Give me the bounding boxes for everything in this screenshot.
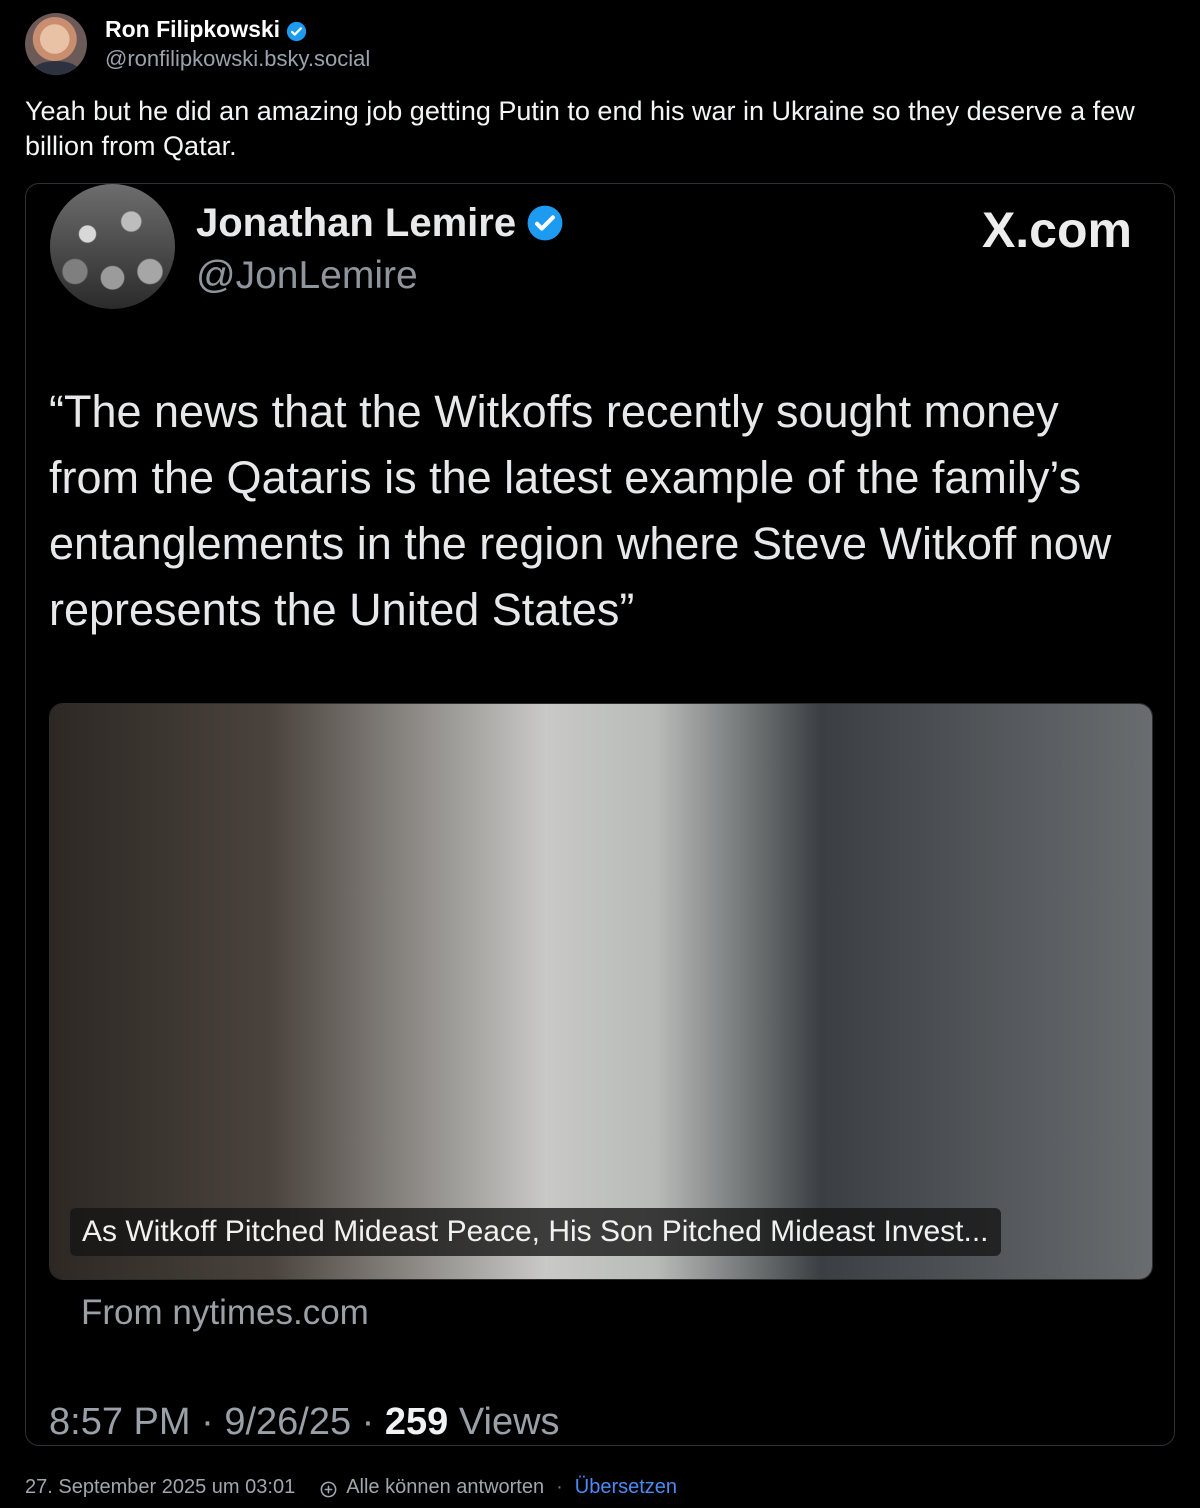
post-header: Ron Filipkowski @ronfilipkowski.bsky.soc… [25,12,370,76]
quoted-tweet-views-count: 259 [384,1401,449,1443]
post-footer: 27. September 2025 um 03:01 Alle können … [25,1472,677,1502]
x-com-logo: X.com [981,202,1132,258]
quoted-verified-icon [526,204,564,242]
meta-separator: · [361,1401,375,1443]
quoted-tweet-date: 9/26/25 [224,1401,352,1443]
quoted-author-handle: @JonLemire [196,254,418,297]
reply-permission-label[interactable]: Alle können antworten [346,1472,544,1502]
translate-link[interactable]: Übersetzen [575,1472,677,1502]
author-name-row[interactable]: Ron Filipkowski [105,14,370,44]
author-name[interactable]: Ron Filipkowski [105,14,280,44]
quoted-author-name: Jonathan Lemire [196,201,517,245]
quoted-tweet-views-label: Views [458,1401,560,1443]
verified-icon [286,19,307,41]
news-article-photo [50,704,1152,1279]
news-source-label: From nytimes.com [81,1293,369,1332]
post-text: Yeah but he did an amazing job getting P… [25,96,1135,161]
footer-separator: · [556,1476,563,1498]
author-handle[interactable]: @ronfilipkowski.bsky.social [105,44,370,74]
news-article-headline: As Witkoff Pitched Mideast Peace, His So… [70,1208,1001,1256]
quoted-tweet-meta: 8:57 PM · 9/26/25 · 259 Views [49,1399,560,1445]
quoted-author-name-row: Jonathan Lemire [196,198,564,248]
news-article-card: As Witkoff Pitched Mideast Peace, His So… [49,703,1153,1280]
author-block: Ron Filipkowski @ronfilipkowski.bsky.soc… [105,14,370,74]
quoted-tweet-time: 8:57 PM [49,1401,191,1443]
quoted-tweet-text: “The news that the Witkoffs recently sou… [49,386,1112,635]
post-timestamp[interactable]: 27. September 2025 um 03:01 [25,1472,295,1502]
author-avatar[interactable] [25,13,87,75]
meta-separator: · [201,1401,214,1443]
reply-settings-icon [319,1478,338,1497]
quoted-author-avatar [50,184,175,309]
embedded-image-card[interactable]: Jonathan Lemire @JonLemire X.com “The ne… [25,183,1175,1446]
